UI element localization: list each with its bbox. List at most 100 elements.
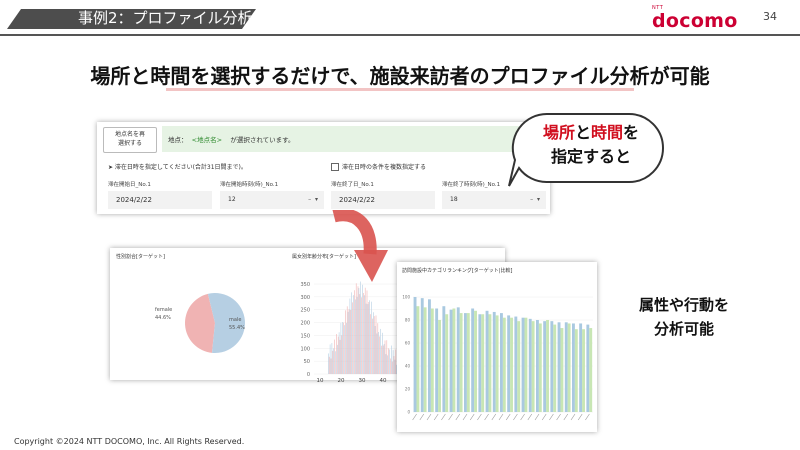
ranking-bar [510, 317, 513, 412]
ranking-x-label [426, 413, 432, 421]
ranking-x-label [469, 413, 475, 421]
ranking-x-label [570, 413, 576, 421]
ranking-bar [567, 323, 571, 412]
ranking-bar [546, 320, 549, 412]
histogram-bar [353, 295, 354, 374]
docomo-logo: NTT docomo [652, 5, 738, 31]
ranking-y-tick: 20 [405, 387, 411, 392]
ranking-bar [492, 311, 496, 412]
histogram-bar [356, 296, 358, 374]
reselect-location-label-2: 選択する [117, 140, 142, 147]
ranking-bar [514, 316, 518, 412]
ranking-bar [488, 314, 492, 412]
ranking-bar [445, 314, 449, 412]
start-date-label: 滞在開始日_No.1 [108, 182, 151, 188]
ranking-bars [412, 297, 593, 421]
pie-label-male: male [229, 317, 241, 323]
ranking-bar [553, 324, 557, 412]
histogram-bar [391, 345, 392, 374]
histogram-bar [365, 303, 367, 374]
ranking-x-label [491, 413, 497, 421]
start-date-field[interactable]: 2024/2/22 [108, 191, 212, 209]
histogram-y-tick: 200 [300, 321, 310, 327]
ranking-y-tick: 60 [405, 341, 411, 346]
histogram-bar [387, 355, 388, 374]
histogram-bar [366, 290, 368, 374]
ranking-x-label [505, 413, 511, 421]
reselect-location-label-1: 地点名を再 [114, 131, 145, 138]
start-hour-value: 12 [228, 196, 236, 203]
ranking-bar [413, 297, 417, 412]
end-hour-value: 18 [450, 196, 458, 203]
location-name: <地点名> [191, 136, 223, 144]
ranking-x-label [563, 413, 569, 421]
ranking-bar [574, 329, 578, 412]
histogram-bar [383, 343, 385, 374]
ranking-bar [517, 321, 521, 412]
ranking-x-label [541, 413, 547, 421]
histogram-bar [380, 328, 381, 374]
ranking-x-label [412, 413, 417, 421]
histogram-y-tick: 50 [304, 359, 310, 365]
histogram-bar [392, 350, 394, 374]
histogram-bar [355, 299, 356, 374]
ranking-bar [449, 309, 453, 412]
histogram-bar [386, 340, 388, 374]
ranking-x-label [462, 413, 468, 421]
histogram-bar [381, 345, 382, 374]
histogram-x-tick: 40 [380, 378, 387, 384]
histogram-bar [336, 334, 337, 374]
ranking-bar [435, 308, 439, 412]
ranking-bar [528, 318, 532, 412]
histogram-bar [333, 348, 334, 374]
histogram-bar [343, 322, 344, 374]
ranking-x-label [549, 413, 554, 421]
ranking-y-tick: 100 [402, 295, 410, 300]
red-arrow [332, 210, 388, 282]
location-label: 地点： [168, 136, 188, 144]
histogram-bar [361, 297, 362, 374]
pie-value-female: 44.6% [155, 315, 171, 321]
ranking-x-label [455, 413, 461, 421]
histogram-bar [370, 314, 371, 374]
histogram-bar [354, 290, 355, 374]
histogram-bar [375, 315, 377, 374]
ranking-bar [442, 306, 446, 412]
slide-title: 事例2：プロファイル分析 [78, 9, 253, 27]
histogram-bar [382, 345, 384, 374]
histogram-x-tick: 10 [317, 378, 324, 384]
pie-chart-title: 性別割合[ターゲット] [116, 254, 165, 260]
histogram-bar [369, 300, 370, 374]
histogram-bar [379, 336, 380, 374]
ranking-bar [586, 324, 590, 412]
ranking-bar [507, 315, 511, 412]
ranking-x-label [585, 413, 590, 421]
histogram-bar [385, 354, 387, 374]
location-suffix: が選択されています。 [230, 136, 295, 144]
ranking-bar [502, 317, 506, 412]
ranking-y-tick: 0 [407, 410, 410, 415]
bubble-time: 時間 [591, 123, 624, 142]
ranking-bar [521, 317, 525, 412]
multi-condition-checkbox[interactable] [331, 163, 339, 171]
histogram-bar [357, 286, 359, 374]
histogram-y-tick: 350 [300, 282, 310, 288]
multi-condition-label: 滞在日時の条件を複数指定する [342, 164, 427, 171]
ranking-bar [564, 322, 568, 412]
bubble-wo: を [623, 123, 640, 142]
start-hour-select[interactable]: 12 – ▾ [220, 191, 324, 209]
ranking-bar [438, 320, 441, 412]
ranking-bar [478, 314, 482, 412]
end-date-field[interactable]: 2024/2/22 [331, 191, 435, 209]
histogram-y-tick: 300 [300, 295, 310, 301]
histogram-bar [382, 332, 383, 374]
bubble-line2: 指定すると [550, 147, 631, 166]
ranking-y-tick: 80 [405, 318, 411, 323]
histogram-bar [329, 344, 331, 374]
ranking-bar [466, 313, 470, 412]
ranking-bar [423, 307, 427, 412]
histogram-x-tick: 20 [338, 378, 345, 384]
reselect-location-button[interactable]: 地点名を再 選択する [103, 127, 157, 153]
end-hour-select[interactable]: 18 – ▾ [442, 191, 546, 209]
logo-docomo-text: docomo [652, 10, 738, 32]
